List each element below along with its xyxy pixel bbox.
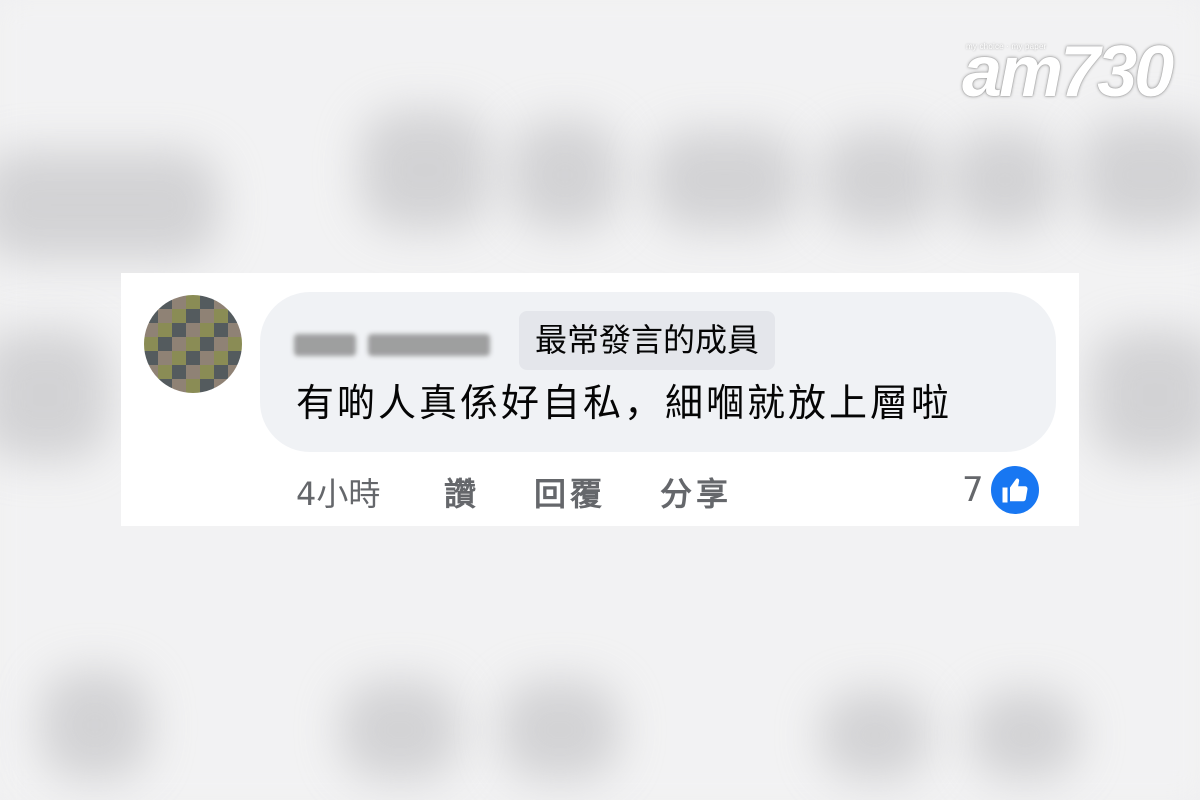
avatar-pixel [200,337,214,351]
avatar[interactable] [144,295,242,393]
avatar-pixel [214,323,228,337]
reply-button[interactable]: 回覆 [534,469,606,515]
comment-actions: 4小時 讚 回覆 分享 [296,470,786,514]
avatar-pixel [200,351,214,365]
avatar-pixel [228,337,242,351]
reaction-summary[interactable]: 7 [962,463,1042,517]
avatar-pixel [158,337,172,351]
avatar-pixel [186,351,200,365]
logo-tagline: my choice · my paper [966,42,1047,51]
avatar-pixel [144,337,158,351]
avatar-pixel [186,379,200,393]
avatar-pixel [186,295,200,309]
top-contributor-badge: 最常發言的成員 [519,311,776,370]
like-button[interactable]: 讚 [444,469,480,515]
avatar-pixel [214,309,228,323]
comment-timestamp[interactable]: 4小時 [296,469,444,515]
avatar-pixel [158,323,172,337]
avatar-pixel [172,365,186,379]
avatar-pixel [200,309,214,323]
avatar-pixel [214,351,228,365]
avatar-pixel [186,337,200,351]
avatar-pixel [158,351,172,365]
avatar-pixel [200,365,214,379]
avatar-pixel [172,323,186,337]
avatar-pixel [200,323,214,337]
avatar-pixel [158,309,172,323]
author-name-blurred[interactable] [294,329,500,361]
avatar-pixel [186,365,200,379]
avatar-pixel [214,365,228,379]
reaction-count: 7 [962,470,984,510]
avatar-pixel [172,351,186,365]
am730-logo: am730 my choice · my paper [962,36,1174,108]
avatar-pixel [172,337,186,351]
avatar-pixel [186,323,200,337]
share-button[interactable]: 分享 [660,469,732,515]
avatar-pixel [172,309,186,323]
comment-text: 有啲人真係好自私，細嗰就放上層啦 [296,381,953,425]
avatar-pixel [186,309,200,323]
avatar-pixel [158,365,172,379]
thumbs-up-icon [987,463,1042,517]
avatar-pixel [214,337,228,351]
